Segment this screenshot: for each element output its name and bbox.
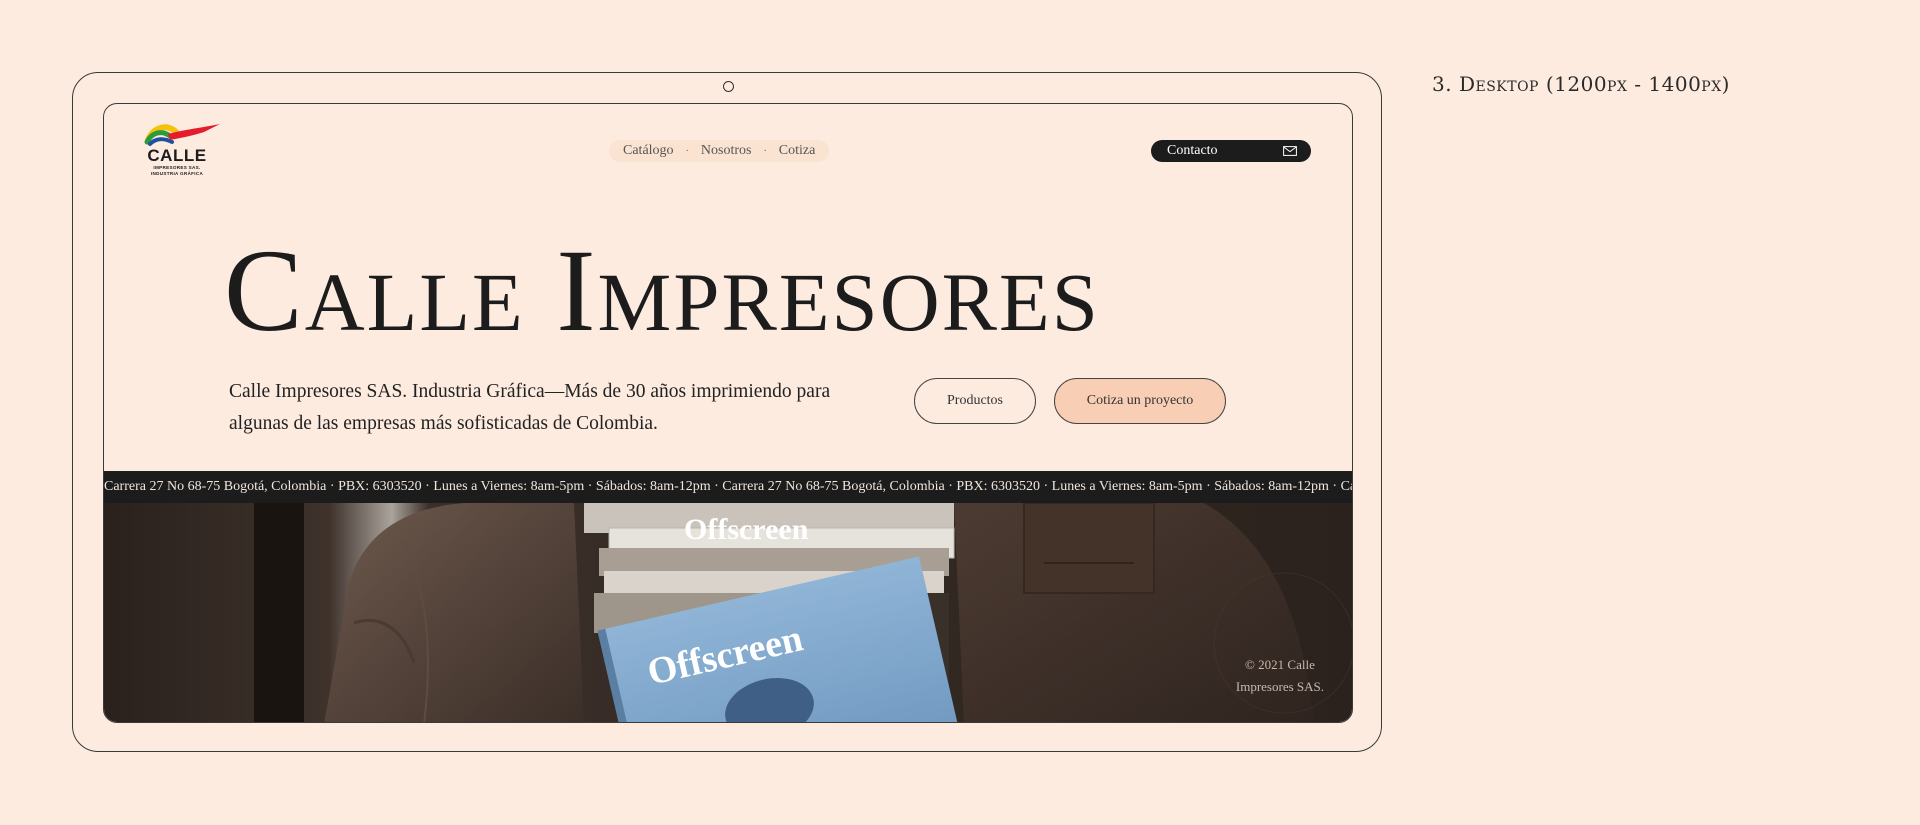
logo-subtitle-2: INDUSTRIA GRÁFICA [150,171,204,176]
info-ticker: Carrera 27 No 68-75 Bogotá, Colombia · P… [104,471,1352,503]
copyright-line-1: © 2021 Calle [1245,657,1315,672]
hero-title: Calle Impresores [224,225,1100,356]
contact-label: Contacto [1167,143,1218,158]
contact-button[interactable]: Contacto [1151,140,1311,162]
hero-photo: Offscreen Offscreen [104,503,1352,722]
brand-logo[interactable]: CALLE IMPRESORES SAS. INDUSTRIA GRÁFICA [142,118,220,178]
main-nav: Catálogo · Nosotros · Cotiza [609,140,830,162]
back-magazine-title: Offscreen [684,513,809,546]
copyright-line-2: Impresores SAS. [1235,679,1324,694]
device-frame: CALLE IMPRESORES SAS. INDUSTRIA GRÁFICA … [72,72,1382,752]
photo-copyright: © 2021 Calle Impresores SAS. [1236,654,1324,698]
quote-project-button[interactable]: Cotiza un proyecto [1054,378,1226,424]
mail-icon [1283,146,1297,156]
nav-item-cotiza[interactable]: Cotiza [779,143,816,159]
products-button[interactable]: Productos [914,378,1036,424]
nav-separator: · [685,145,689,157]
breakpoint-caption: 3. Desktop (1200px - 1400px) [1432,72,1730,96]
nav-item-catalogo[interactable]: Catálogo [623,143,674,159]
ticker-text: Carrera 27 No 68-75 Bogotá, Colombia · P… [104,479,1352,494]
logo-wordmark: CALLE [147,146,207,165]
camera-dot [723,81,734,92]
nav-separator: · [763,145,767,157]
nav-item-nosotros[interactable]: Nosotros [701,143,752,159]
magazines-photo-image: Offscreen Offscreen [104,503,1352,722]
hero-tagline: Calle Impresores SAS. Industria Gráfica—… [229,381,831,434]
logo-subtitle: IMPRESORES SAS. [153,165,201,170]
website-screen: CALLE IMPRESORES SAS. INDUSTRIA GRÁFICA … [103,103,1353,723]
